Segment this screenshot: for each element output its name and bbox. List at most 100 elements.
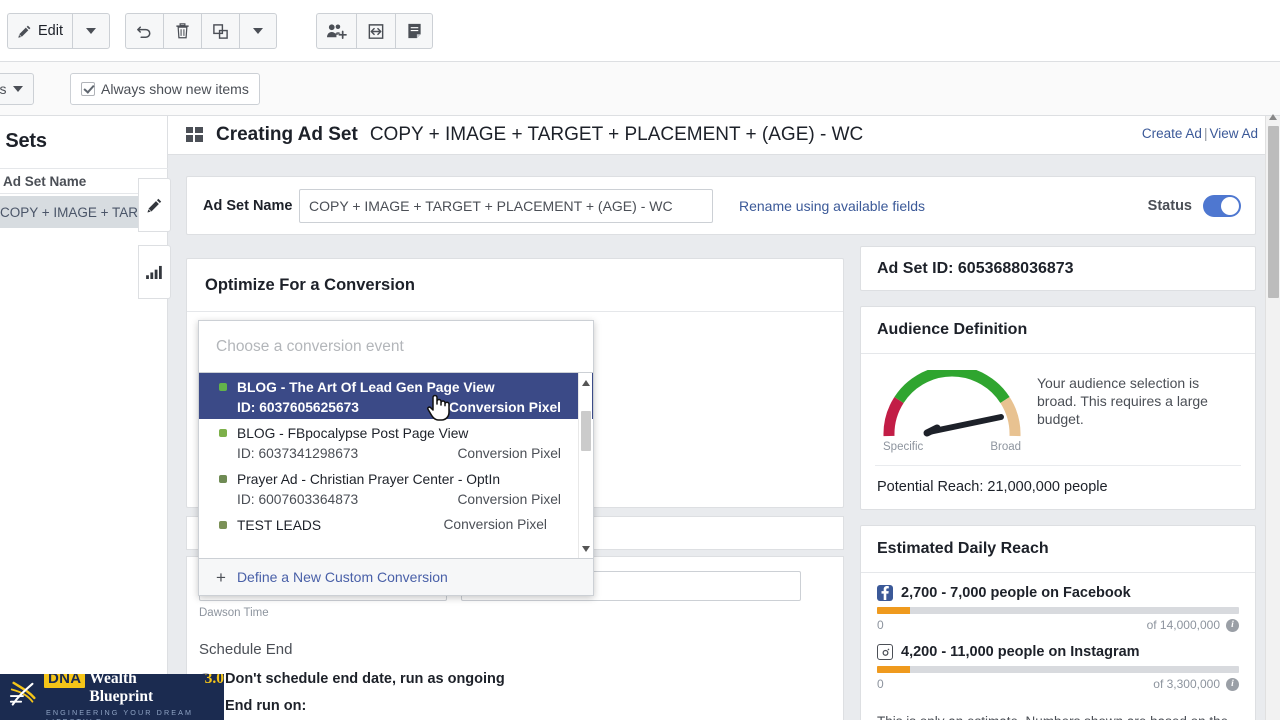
app-root: Edit xyxy=(0,0,1280,720)
add-people-icon xyxy=(326,22,347,41)
option-kind: Conversion Pixel xyxy=(449,400,561,415)
status-toggle[interactable] xyxy=(1203,195,1241,217)
duplicate-button[interactable] xyxy=(201,13,239,49)
option-name: TEST LEADS xyxy=(237,518,321,533)
side-tab-stats[interactable] xyxy=(138,245,171,299)
adset-name-input[interactable] xyxy=(299,189,713,223)
option-name: BLOG - The Art Of Lead Gen Page View xyxy=(237,380,495,395)
status-dot-icon xyxy=(219,475,227,483)
option-name: BLOG - FBpocalypse Post Page View xyxy=(237,426,468,441)
scroll-up-arrow-icon[interactable] xyxy=(582,380,590,386)
report-button[interactable] xyxy=(395,13,433,49)
watermark-texts: DNA Wealth Blueprint 3.0 ENGINEERING YOU… xyxy=(44,674,224,720)
right-sidebar: Ad Set ID: 6053688036873 Audience Defini… xyxy=(860,246,1256,720)
view-ad-link[interactable]: View Ad xyxy=(1209,126,1258,141)
side-tab-edit[interactable] xyxy=(138,178,171,232)
chevron-down-icon xyxy=(253,28,263,34)
conversion-option[interactable]: BLOG - FBpocalypse Post Page View ID: 60… xyxy=(199,419,593,465)
chevron-down-icon xyxy=(13,86,23,92)
option-title-row: BLOG - FBpocalypse Post Page View xyxy=(219,423,575,443)
option-meta-row: ID: 6037341298673 Conversion Pixel xyxy=(219,443,575,463)
rename-using-fields-link[interactable]: Rename using available fields xyxy=(739,198,925,214)
create-ad-link[interactable]: Create Ad xyxy=(1142,126,1202,141)
schedule-ongoing-option[interactable]: Don't schedule end date, run as ongoing xyxy=(199,671,505,687)
always-show-label: Always show new items xyxy=(101,81,249,97)
timezone-label: Dawson Time xyxy=(199,607,269,619)
add-people-button[interactable] xyxy=(316,13,356,49)
scroll-down-arrow-icon[interactable] xyxy=(582,546,590,552)
audience-description: Your audience selection is broad. This r… xyxy=(1037,370,1239,453)
audience-definition-title: Audience Definition xyxy=(861,307,1255,354)
filters-dropdown[interactable]: ilters xyxy=(0,73,34,105)
status-dot-icon xyxy=(219,521,227,529)
instagram-icon xyxy=(877,644,893,660)
toggle-knob xyxy=(1221,197,1239,215)
export-icon xyxy=(366,22,386,41)
bar-chart-icon xyxy=(146,265,163,279)
pencil-icon xyxy=(146,197,163,214)
page-scrollbar[interactable] xyxy=(1265,116,1280,720)
option-kind: Conversion Pixel xyxy=(457,492,561,507)
option-title-row: Prayer Ad - Christian Prayer Center - Op… xyxy=(219,469,575,489)
option-name: Prayer Ad - Christian Prayer Center - Op… xyxy=(237,472,500,487)
adset-title: COPY + IMAGE + TARGET + PLACEMENT + (AGE… xyxy=(370,124,863,146)
adset-id-card: Ad Set ID: 6053688036873 xyxy=(860,246,1256,291)
pencil-icon xyxy=(17,24,32,39)
conversion-event-dropdown: Choose a conversion event BLOG - The Art… xyxy=(198,320,594,596)
reach-progress-fill xyxy=(877,607,910,614)
dropdown-scrollbar[interactable] xyxy=(578,373,592,559)
report-icon xyxy=(406,22,423,40)
scroll-up-arrow-icon[interactable] xyxy=(1269,114,1277,120)
reach-progress-bar xyxy=(877,666,1239,673)
undo-button[interactable] xyxy=(125,13,163,49)
schedule-ongoing-label: Don't schedule end date, run as ongoing xyxy=(225,671,505,687)
audience-definition-card: Audience Definition Specific Broad xyxy=(860,306,1256,510)
audience-gauge: Specific Broad xyxy=(877,370,1027,453)
reach-item-scale: 0 of 14,000,000 i xyxy=(877,618,1239,632)
duplicate-dropdown-button[interactable] xyxy=(239,13,277,49)
status-dot-icon xyxy=(219,383,227,391)
always-show-new-items-checkbox[interactable]: Always show new items xyxy=(70,73,260,105)
adset-name-label: Ad Set Name xyxy=(203,198,299,214)
define-new-custom-conversion-button[interactable]: + Define a New Custom Conversion xyxy=(198,559,594,596)
option-id: ID: 6037341298673 xyxy=(237,446,358,461)
info-icon[interactable]: i xyxy=(1226,619,1239,632)
reach-item-header: 4,200 - 11,000 people on Instagram xyxy=(877,644,1239,660)
info-icon[interactable]: i xyxy=(1226,678,1239,691)
create-view-ad-links: Create Ad|View Ad xyxy=(1142,126,1258,141)
status-dot-icon xyxy=(219,429,227,437)
top-toolbar: Edit xyxy=(0,0,1280,62)
option-title-row: TEST LEADS Conversion Pixel xyxy=(219,515,575,535)
facebook-icon xyxy=(877,585,893,601)
schedule-end-on-label: End run on: xyxy=(225,698,306,714)
reach-max-wrap: of 3,300,000 i xyxy=(1153,677,1239,691)
schedule-end-heading: Schedule End xyxy=(199,641,292,658)
conversion-search-input[interactable]: Choose a conversion event xyxy=(198,320,594,373)
audience-gauge-labels: Specific Broad xyxy=(877,441,1027,453)
option-kind: Conversion Pixel xyxy=(457,446,561,461)
scrollbar-thumb[interactable] xyxy=(581,411,591,451)
conversion-option[interactable]: BLOG - The Art Of Lead Gen Page View ID:… xyxy=(199,373,593,419)
reach-item-scale: 0 of 3,300,000 i xyxy=(877,677,1239,691)
reach-progress-bar xyxy=(877,607,1239,614)
extra-button-group xyxy=(316,13,433,49)
conversion-option[interactable]: Prayer Ad - Christian Prayer Center - Op… xyxy=(199,465,593,511)
export-button[interactable] xyxy=(356,13,395,49)
edit-button[interactable]: Edit xyxy=(7,13,72,49)
edit-label: Edit xyxy=(38,23,63,39)
left-panel-title: d Sets xyxy=(0,130,47,153)
define-conversion-label: Define a New Custom Conversion xyxy=(237,569,448,585)
adset-name-card: Ad Set Name Rename using available field… xyxy=(186,176,1256,235)
adset-id-text: Ad Set ID: 6053688036873 xyxy=(861,247,1255,291)
status-control: Status xyxy=(1148,195,1241,217)
creating-adset-header: Creating Ad Set COPY + IMAGE + TARGET + … xyxy=(168,116,1268,155)
reach-progress-fill xyxy=(877,666,910,673)
edit-dropdown-button[interactable] xyxy=(72,13,110,49)
page-scrollbar-thumb[interactable] xyxy=(1268,126,1279,298)
watermark-version: 3.0 xyxy=(205,674,224,688)
conversion-option[interactable]: TEST LEADS Conversion Pixel xyxy=(199,511,593,557)
option-id: ID: 6007603364873 xyxy=(237,492,358,507)
duplicate-icon xyxy=(212,23,229,40)
trash-icon xyxy=(174,22,191,40)
delete-button[interactable] xyxy=(163,13,201,49)
